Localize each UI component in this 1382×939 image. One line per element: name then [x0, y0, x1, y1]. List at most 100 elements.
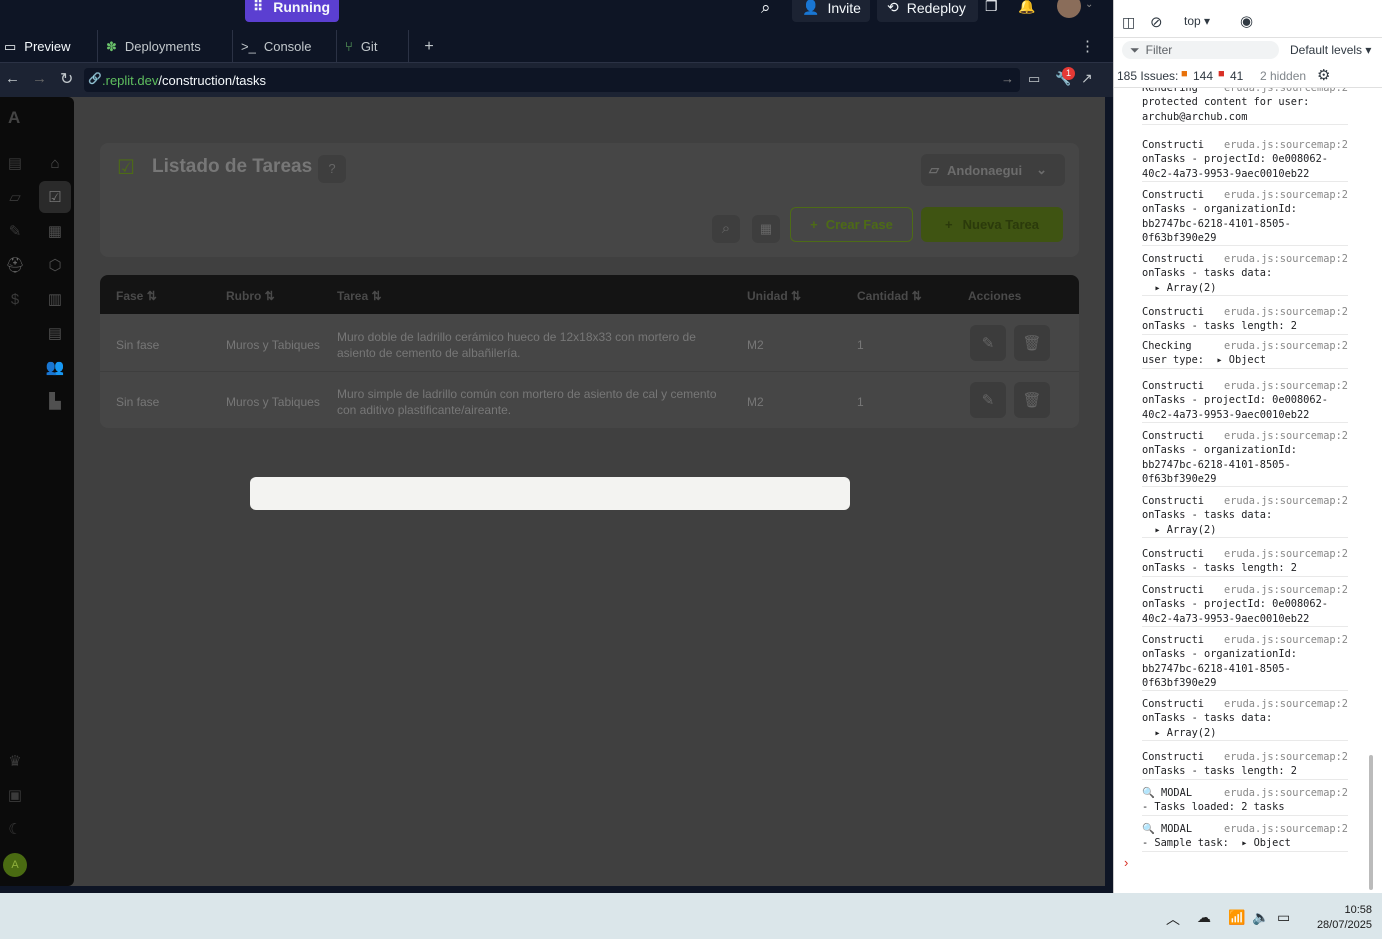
- column-header-rubro[interactable]: Rubro ⇅: [226, 289, 275, 303]
- tasks-icon[interactable]: ☑: [39, 181, 71, 213]
- crown-icon[interactable]: ♛: [5, 751, 25, 771]
- log-source-link[interactable]: eruda.js:sourcemap:2: [1224, 633, 1348, 647]
- document-icon[interactable]: ▤: [39, 317, 71, 349]
- create-phase-button[interactable]: + Crear Fase: [790, 207, 913, 242]
- console-log-entry[interactable]: eruda.js:sourcemap:2 🔍 MODAL - Tasks loade…: [1142, 786, 1348, 816]
- log-source-link[interactable]: eruda.js:sourcemap:2: [1224, 822, 1348, 836]
- cloud-icon[interactable]: ☁: [1197, 909, 1211, 926]
- reload-icon[interactable]: ↻: [60, 69, 73, 89]
- help-icon[interactable]: ?: [318, 155, 346, 183]
- wifi-icon[interactable]: 📶: [1228, 909, 1245, 926]
- console-log-entry[interactable]: eruda.js:sourcemap:2 Constructi onTasks - …: [1142, 305, 1348, 335]
- log-source-link[interactable]: eruda.js:sourcemap:2: [1224, 786, 1348, 800]
- log-source-link[interactable]: eruda.js:sourcemap:2: [1224, 697, 1348, 711]
- add-tab-button[interactable]: +: [409, 30, 449, 63]
- chevron-down-icon[interactable]: ⌄: [1085, 0, 1093, 10]
- console-log-entry[interactable]: eruda.js:sourcemap:2 Checking user type: ▸…: [1142, 339, 1348, 369]
- log-source-link[interactable]: eruda.js:sourcemap:2: [1224, 750, 1348, 764]
- chart-icon[interactable]: ▙: [39, 385, 71, 417]
- moon-icon[interactable]: ☾: [5, 819, 25, 839]
- user-avatar[interactable]: A: [3, 853, 27, 877]
- tab-deployments[interactable]: ✽ Deployments: [98, 30, 233, 63]
- search-icon[interactable]: ⌕: [761, 0, 771, 18]
- edit-icon[interactable]: ✎: [970, 325, 1006, 361]
- column-header-cantidad[interactable]: Cantidad ⇅: [857, 289, 922, 303]
- console-log-entry[interactable]: eruda.js:sourcemap:2 Rendering protected c…: [1142, 88, 1348, 125]
- more-options-icon[interactable]: ⋮: [1080, 37, 1095, 55]
- log-source-link[interactable]: eruda.js:sourcemap:2: [1224, 252, 1348, 266]
- dollar-icon[interactable]: $: [5, 289, 25, 309]
- console-log-entry[interactable]: eruda.js:sourcemap:2 Constructi onTasks - …: [1142, 697, 1348, 741]
- tab-preview[interactable]: ▭ Preview: [0, 30, 98, 63]
- bell-icon[interactable]: 🔔: [1018, 0, 1035, 15]
- log-source-link[interactable]: eruda.js:sourcemap:2: [1224, 583, 1348, 597]
- project-selector[interactable]: ▱ Andonaegui ⌄: [921, 154, 1065, 186]
- console-log-entry[interactable]: eruda.js:sourcemap:2 Constructi onTasks - …: [1142, 138, 1348, 182]
- log-source-link[interactable]: eruda.js:sourcemap:2: [1224, 188, 1348, 202]
- grid-view-icon[interactable]: ▦: [752, 215, 780, 243]
- copy-icon[interactable]: ❐: [985, 0, 998, 15]
- column-header-fase[interactable]: Fase ⇅: [116, 289, 157, 303]
- log-levels-dropdown[interactable]: Default levels ▾: [1290, 43, 1371, 57]
- back-arrow-icon[interactable]: ←: [5, 70, 20, 87]
- forward-arrow-icon[interactable]: →: [32, 70, 47, 87]
- modal-dialog[interactable]: [250, 477, 850, 510]
- hardhat-icon[interactable]: ⛑: [5, 255, 25, 275]
- folder-icon[interactable]: ▱: [5, 187, 25, 207]
- new-task-button[interactable]: + Nueva Tarea: [921, 207, 1063, 242]
- volume-icon[interactable]: 🔈: [1252, 909, 1269, 926]
- column-header-tarea[interactable]: Tarea ⇅: [337, 289, 382, 303]
- search-icon[interactable]: ⌕: [712, 215, 740, 243]
- go-arrow-icon[interactable]: →: [1001, 71, 1014, 86]
- console-log-entry[interactable]: eruda.js:sourcemap:2 Constructi onTasks - …: [1142, 633, 1348, 692]
- log-source-link[interactable]: eruda.js:sourcemap:2: [1224, 88, 1348, 95]
- console-log-entry[interactable]: eruda.js:sourcemap:2 Constructi onTasks - …: [1142, 379, 1348, 423]
- clear-console-icon[interactable]: ⊘: [1150, 13, 1163, 31]
- invite-button[interactable]: 👤 Invite: [792, 0, 870, 22]
- calculator-icon[interactable]: ▥: [39, 283, 71, 315]
- system-clock[interactable]: 10:58 28/07/2025: [1317, 903, 1372, 933]
- log-source-link[interactable]: eruda.js:sourcemap:2: [1224, 379, 1348, 393]
- console-log-entry[interactable]: eruda.js:sourcemap:2 Constructi onTasks - …: [1142, 494, 1348, 538]
- console-log-entry[interactable]: eruda.js:sourcemap:2 🔍 MODAL - Sample task…: [1142, 822, 1348, 852]
- trash-icon[interactable]: 🗑: [1014, 382, 1050, 418]
- devices-icon[interactable]: ▭: [1028, 71, 1040, 87]
- log-source-link[interactable]: eruda.js:sourcemap:2: [1224, 305, 1348, 319]
- log-source-link[interactable]: eruda.js:sourcemap:2: [1224, 138, 1348, 152]
- issues-info-count[interactable]: 41: [1230, 69, 1243, 83]
- sidebar-toggle-icon[interactable]: ◫: [1122, 14, 1135, 31]
- console-prompt-icon[interactable]: ›: [1124, 855, 1128, 870]
- log-source-link[interactable]: eruda.js:sourcemap:2: [1224, 339, 1348, 353]
- column-header-unidad[interactable]: Unidad ⇅: [747, 289, 801, 303]
- users-icon[interactable]: 👥: [39, 351, 71, 383]
- battery-icon[interactable]: ▭: [1277, 909, 1290, 926]
- console-scrollbar[interactable]: [1369, 755, 1373, 890]
- console-log-entry[interactable]: eruda.js:sourcemap:2 Constructi onTasks - …: [1142, 429, 1348, 488]
- trash-icon[interactable]: 🗑: [1014, 325, 1050, 361]
- filter-input[interactable]: ⏷ Filter: [1122, 41, 1279, 59]
- tab-console[interactable]: >_ Console: [233, 30, 337, 63]
- context-selector[interactable]: top ▾: [1184, 14, 1210, 28]
- console-log-entry[interactable]: eruda.js:sourcemap:2 Constructi onTasks - …: [1142, 547, 1348, 577]
- home-icon[interactable]: ⌂: [39, 147, 71, 179]
- console-log-entry[interactable]: eruda.js:sourcemap:2 Constructi onTasks - …: [1142, 188, 1348, 247]
- log-source-link[interactable]: eruda.js:sourcemap:2: [1224, 429, 1348, 443]
- panel-icon[interactable]: ▣: [5, 785, 25, 805]
- log-source-link[interactable]: eruda.js:sourcemap:2: [1224, 494, 1348, 508]
- book-icon[interactable]: ▤: [5, 153, 25, 173]
- log-source-link[interactable]: eruda.js:sourcemap:2: [1224, 547, 1348, 561]
- open-new-window-icon[interactable]: ↗: [1081, 70, 1093, 87]
- user-avatar[interactable]: [1057, 0, 1081, 18]
- chevron-up-icon[interactable]: ︿: [1166, 909, 1180, 929]
- edit-icon[interactable]: ✎: [970, 382, 1006, 418]
- tab-git[interactable]: ⑂ Git: [337, 30, 409, 63]
- console-log-entry[interactable]: eruda.js:sourcemap:2 Constructi onTasks - …: [1142, 252, 1348, 296]
- settings-gear-icon[interactable]: ⚙: [1317, 66, 1330, 84]
- pencil-icon[interactable]: ✎: [5, 221, 25, 241]
- issues-warning-count[interactable]: 144: [1193, 69, 1213, 83]
- eye-icon[interactable]: ◉: [1240, 12, 1253, 30]
- console-log-entry[interactable]: eruda.js:sourcemap:2 Constructi onTasks - …: [1142, 750, 1348, 780]
- console-log-entry[interactable]: eruda.js:sourcemap:2 Constructi onTasks - …: [1142, 583, 1348, 627]
- running-status-button[interactable]: ⠿ Running: [245, 0, 339, 22]
- redeploy-button[interactable]: ⟲ Redeploy: [877, 0, 978, 22]
